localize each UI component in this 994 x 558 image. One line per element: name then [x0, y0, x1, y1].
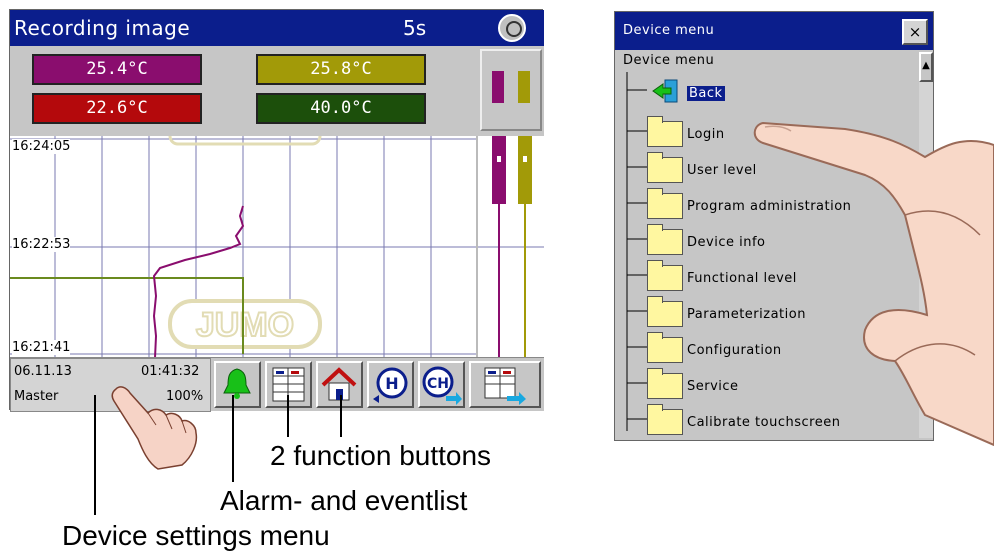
menu-item-back[interactable]: Back [647, 74, 907, 106]
folder-icon [647, 224, 683, 255]
large-hand-icon [753, 121, 994, 447]
caption-alarm-list: Alarm- and eventlist [220, 485, 468, 516]
scroll-up-button[interactable]: ▲ [919, 52, 933, 82]
caption-device-settings: Device settings menu [62, 520, 330, 551]
folder-icon [647, 260, 683, 291]
device-menu-title: Device menu [623, 23, 715, 38]
device-menu-title-bar: Device menu × [615, 12, 933, 50]
menu-item-label: Service [687, 379, 739, 394]
folder-icon [647, 188, 683, 219]
menu-item-label: Login [687, 127, 725, 142]
caption-function-buttons: 2 function buttons [270, 440, 492, 471]
folder-icon [647, 116, 683, 147]
folder-icon [647, 296, 683, 327]
close-button[interactable]: × [902, 19, 928, 45]
folder-icon [647, 152, 683, 183]
folder-icon [647, 404, 683, 435]
back-icon [652, 79, 678, 103]
folder-icon [647, 368, 683, 399]
folder-icon [647, 332, 683, 363]
menu-item-label: Back [687, 86, 725, 101]
